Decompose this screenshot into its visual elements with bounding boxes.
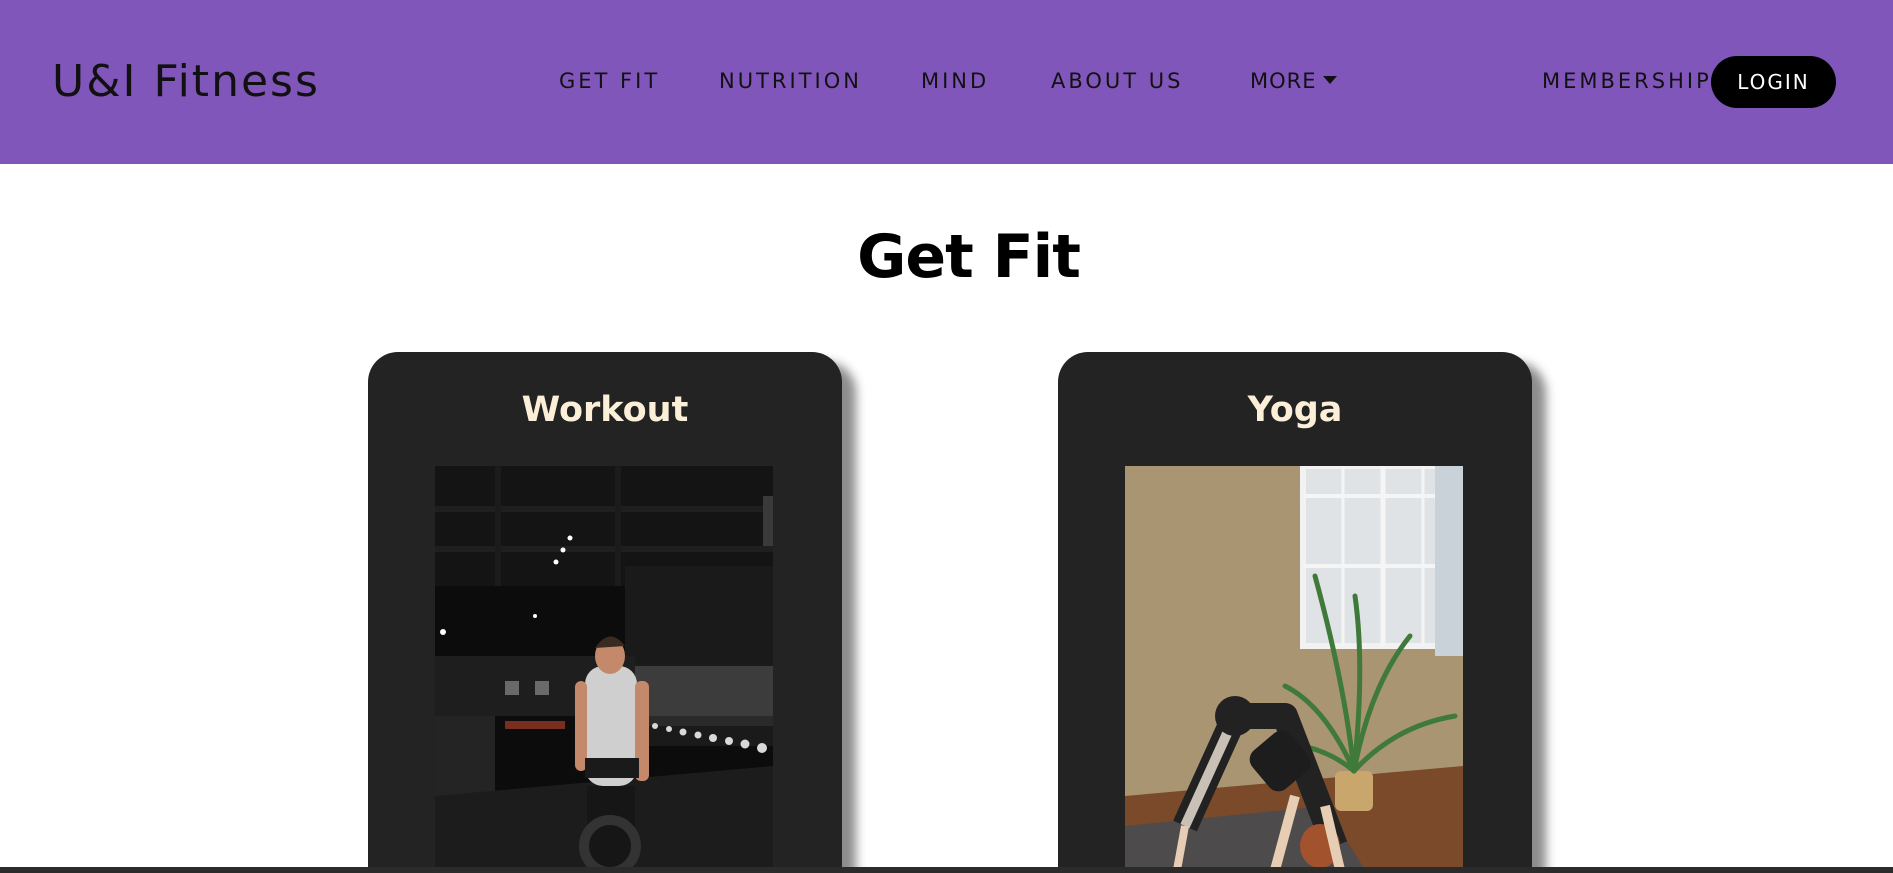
yoga-photo [1125,466,1463,870]
nav-link-membership[interactable]: MEMBERSHIP [1542,69,1712,93]
page-title: Get Fit [857,222,1081,292]
nav-link-nutrition[interactable]: NUTRITION [719,69,862,93]
nav-dropdown-more-label: MORE [1250,69,1317,93]
bottom-edge-divider [0,867,1893,873]
nav-link-mind[interactable]: MIND [921,69,989,93]
brand-logo[interactable]: U&I Fitness [52,56,320,107]
workout-photo [435,466,773,870]
card-yoga[interactable]: Yoga [1058,352,1532,873]
card-workout[interactable]: Workout [368,352,842,873]
top-navbar: U&I Fitness GET FIT NUTRITION MIND ABOUT… [0,0,1893,164]
card-title: Yoga [1247,390,1343,430]
chevron-down-icon [1322,76,1337,84]
nav-dropdown-more[interactable]: MORE [1250,69,1337,93]
card-title: Workout [521,390,689,430]
nav-link-about-us[interactable]: ABOUT US [1051,69,1184,93]
login-button[interactable]: LOGIN [1711,56,1836,108]
nav-link-get-fit[interactable]: GET FIT [559,69,660,93]
